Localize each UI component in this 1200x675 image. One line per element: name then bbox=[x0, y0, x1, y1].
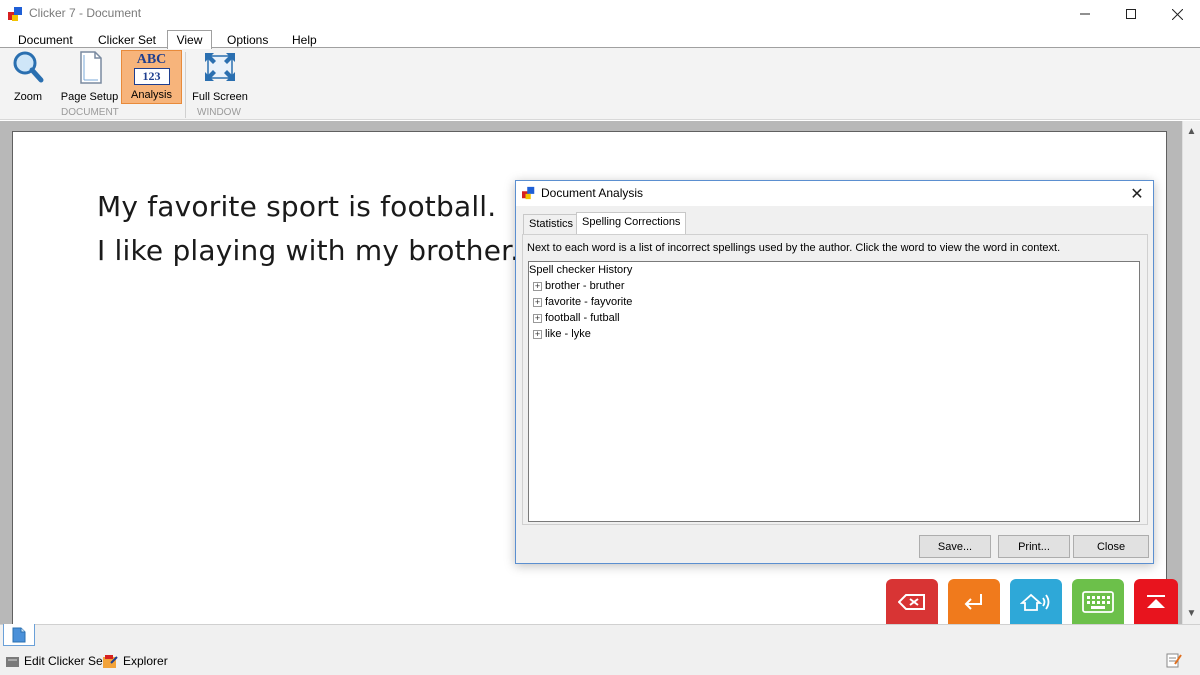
collapse-up-icon bbox=[1147, 594, 1165, 608]
save-button[interactable]: Save... bbox=[919, 535, 991, 558]
tree-item-label: like - lyke bbox=[545, 328, 591, 340]
tree-item[interactable]: + favorite - fayvorite bbox=[533, 296, 632, 308]
dialog-close-icon[interactable]: ✕ bbox=[1126, 183, 1148, 205]
expand-icon[interactable]: + bbox=[533, 297, 542, 307]
delete-key-button[interactable] bbox=[886, 579, 938, 624]
menu-help[interactable]: Help bbox=[290, 33, 319, 47]
full-screen-icon bbox=[205, 53, 235, 81]
explorer-icon bbox=[103, 654, 118, 668]
dialog-title-bar[interactable]: Document Analysis ✕ bbox=[516, 181, 1153, 206]
full-screen-label: Full Screen bbox=[192, 91, 248, 103]
print-button[interactable]: Print... bbox=[998, 535, 1070, 558]
spelling-tree[interactable]: Spell checker History + brother - bruthe… bbox=[528, 261, 1140, 522]
group-label-window: WINDOW bbox=[197, 107, 241, 118]
expand-icon[interactable]: + bbox=[533, 313, 542, 323]
document-icon bbox=[12, 627, 26, 642]
explorer-button[interactable]: Explorer bbox=[103, 654, 168, 668]
clicker-app-icon bbox=[8, 7, 22, 21]
scroll-down-icon[interactable]: ▼ bbox=[1183, 605, 1200, 622]
menu-view[interactable]: View bbox=[167, 30, 212, 49]
backspace-icon bbox=[898, 593, 925, 610]
menu-document[interactable]: Document bbox=[16, 33, 75, 47]
analysis-label: Analysis bbox=[131, 89, 172, 101]
maximize-icon bbox=[1126, 9, 1136, 19]
abc-text: ABC bbox=[136, 52, 167, 67]
document-tab[interactable] bbox=[3, 624, 35, 646]
document-line[interactable]: My favorite sport is football. bbox=[97, 190, 496, 223]
keyboard-icon bbox=[1082, 590, 1114, 613]
full-screen-button[interactable]: Full Screen bbox=[191, 50, 249, 104]
tree-item[interactable]: + brother - bruther bbox=[533, 280, 624, 292]
expand-icon[interactable]: + bbox=[533, 281, 542, 291]
collapse-key-button[interactable] bbox=[1134, 579, 1178, 624]
clicker-app-icon bbox=[522, 186, 535, 200]
edit-clicker-set-label: Edit Clicker Set bbox=[24, 654, 107, 668]
document-line[interactable]: I like playing with my brother. bbox=[97, 234, 519, 267]
dialog-description: Next to each word is a list of incorrect… bbox=[527, 242, 1061, 254]
speak-house-icon bbox=[1020, 593, 1050, 611]
notes-icon[interactable] bbox=[1166, 652, 1182, 668]
zoom-label: Zoom bbox=[13, 91, 43, 103]
explorer-label: Explorer bbox=[123, 654, 168, 668]
edit-clicker-set-button[interactable]: Edit Clicker Set bbox=[6, 654, 106, 668]
ribbon: Zoom Page Setup ABC 123 Analysis DOCUMEN… bbox=[0, 48, 1200, 120]
vertical-scrollbar[interactable]: ▲ ▼ bbox=[1182, 121, 1200, 624]
tree-item-label: football - futball bbox=[545, 312, 620, 324]
edit-set-icon bbox=[6, 656, 19, 667]
document-analysis-dialog: Document Analysis ✕ Statistics Spelling … bbox=[515, 180, 1154, 564]
minimize-button[interactable] bbox=[1062, 0, 1108, 28]
123-text: 123 bbox=[133, 68, 170, 85]
tab-spelling-corrections[interactable]: Spelling Corrections bbox=[576, 212, 687, 235]
menu-view-label: View bbox=[176, 33, 203, 47]
dialog-title: Document Analysis bbox=[541, 186, 644, 200]
magnifier-icon bbox=[13, 51, 44, 83]
menu-clicker-set[interactable]: Clicker Set bbox=[96, 33, 158, 47]
keyboard-key-button[interactable] bbox=[1072, 579, 1124, 624]
close-button[interactable]: Close bbox=[1073, 535, 1149, 558]
abc-123-icon: ABC 123 bbox=[133, 52, 170, 85]
page-setup-label: Page Setup bbox=[60, 91, 119, 103]
tree-item[interactable]: + football - futball bbox=[533, 312, 620, 324]
minimize-icon bbox=[1080, 13, 1090, 15]
tree-item-label: favorite - fayvorite bbox=[545, 296, 633, 308]
tab-statistics[interactable]: Statistics bbox=[523, 214, 580, 234]
close-icon bbox=[1171, 8, 1183, 20]
title-bar: Clicker 7 - Document bbox=[0, 0, 1200, 28]
window-title: Clicker 7 - Document bbox=[29, 6, 142, 20]
close-window-button[interactable] bbox=[1154, 0, 1200, 28]
scroll-up-icon[interactable]: ▲ bbox=[1183, 123, 1200, 140]
maximize-button[interactable] bbox=[1108, 0, 1154, 28]
analysis-button[interactable]: ABC 123 Analysis bbox=[121, 50, 182, 104]
enter-key-button[interactable] bbox=[948, 579, 1000, 624]
page-icon bbox=[79, 51, 102, 84]
tree-item[interactable]: + like - lyke bbox=[533, 328, 591, 340]
status-bar bbox=[0, 624, 1200, 675]
enter-icon bbox=[964, 593, 982, 610]
menu-options[interactable]: Options bbox=[225, 33, 270, 47]
tree-item-label: brother - bruther bbox=[545, 280, 625, 292]
speak-key-button[interactable] bbox=[1010, 579, 1062, 624]
zoom-button[interactable]: Zoom bbox=[6, 50, 50, 104]
ribbon-separator bbox=[185, 52, 186, 118]
group-label-document: DOCUMENT bbox=[61, 107, 119, 118]
expand-icon[interactable]: + bbox=[533, 329, 542, 339]
tree-root[interactable]: Spell checker History bbox=[529, 264, 632, 276]
page-setup-button[interactable]: Page Setup bbox=[58, 50, 121, 104]
